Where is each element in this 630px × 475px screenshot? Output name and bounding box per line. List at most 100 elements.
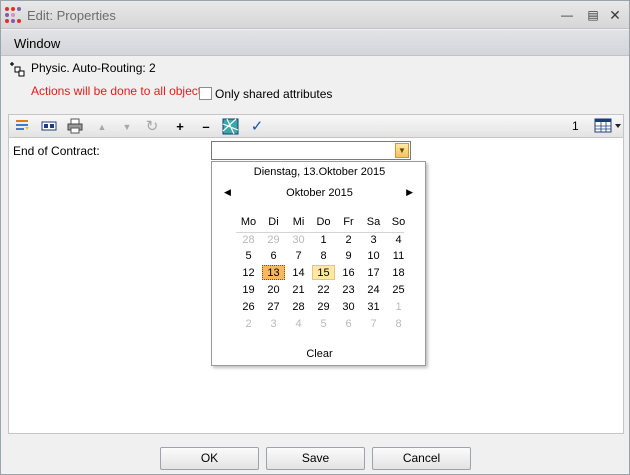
weekday-header: Fr	[343, 216, 354, 229]
calendar-day-label: 22	[317, 284, 330, 297]
calendar-day-label: 11	[392, 250, 405, 263]
calendar-day[interactable]: 5	[311, 315, 336, 332]
calendar-day[interactable]: 15	[311, 264, 336, 281]
calendar-day[interactable]: 2	[236, 315, 261, 332]
calendar-day-label: 4	[395, 233, 402, 246]
calendar-day-label: 27	[267, 300, 280, 313]
calendar-day[interactable]: 14	[286, 264, 311, 281]
calendar-day[interactable]: 22	[311, 281, 336, 298]
calendar-day[interactable]: 30	[286, 231, 311, 248]
close-icon[interactable]: ✕	[605, 5, 625, 25]
calendar-day[interactable]: 24	[361, 281, 386, 298]
calendar-day[interactable]: 20	[261, 281, 286, 298]
calendar-day-label: 28	[292, 300, 305, 313]
calendar-day[interactable]: 8	[311, 248, 336, 265]
calendar-day[interactable]: 18	[386, 264, 411, 281]
calendar-day-label: 29	[267, 233, 280, 246]
calendar-day-label: 5	[245, 250, 252, 263]
calendar-day[interactable]: 1	[311, 231, 336, 248]
calendar-day-label: 6	[345, 317, 352, 330]
end-of-contract-input[interactable]: ▼	[211, 141, 411, 160]
arrow-down-icon[interactable]: ▼	[118, 118, 136, 136]
calendar-day[interactable]: 25	[386, 281, 411, 298]
end-of-contract-label: End of Contract:	[13, 144, 100, 158]
calendar-day[interactable]: 26	[236, 298, 261, 315]
calendar-day[interactable]: 1	[386, 298, 411, 315]
section-label: Window	[14, 36, 61, 51]
cancel-button[interactable]: Cancel	[372, 447, 471, 470]
calendar-day[interactable]: 27	[261, 298, 286, 315]
calendar-day-label: 17	[367, 267, 380, 280]
ok-button[interactable]: OK	[160, 447, 259, 470]
minimize-icon[interactable]: —	[557, 5, 577, 25]
calendar-day-label: 30	[292, 233, 305, 246]
calendar-day[interactable]: 16	[336, 264, 361, 281]
calendar-day[interactable]: 31	[361, 298, 386, 315]
grid-view-icon[interactable]	[593, 117, 623, 135]
properties-window: Edit: Properties — ▤ ✕ Window Physic. Au…	[0, 0, 630, 475]
plus-icon[interactable]: +	[171, 118, 189, 136]
calendar-day-label: 24	[367, 284, 380, 297]
warning-text: Actions will be done to all objects	[31, 84, 208, 98]
calendar-month-label[interactable]: Oktober 2015	[212, 187, 427, 199]
calendar-day[interactable]: 2	[336, 231, 361, 248]
calendar-day[interactable]: 29	[311, 298, 336, 315]
clear-button[interactable]: Clear	[212, 348, 427, 360]
auto-routing-icon	[10, 62, 25, 77]
calendar-day-label: 10	[367, 250, 380, 263]
weekday-header: Do	[316, 216, 331, 229]
calendar-day[interactable]: 11	[386, 248, 411, 265]
calendar-day-label: 2	[245, 317, 252, 330]
calendar-day[interactable]: 13	[261, 264, 286, 281]
calendar-day[interactable]: 17	[361, 264, 386, 281]
record-count: 1	[572, 119, 579, 133]
print-icon[interactable]	[66, 118, 84, 136]
calendar-day-label: 16	[342, 267, 355, 280]
section-header: Window	[1, 30, 629, 56]
refresh-icon[interactable]: ↻	[143, 118, 161, 136]
calendar-day[interactable]: 7	[361, 315, 386, 332]
calendar-day-label: 2	[345, 233, 352, 246]
next-month-icon[interactable]: ▶	[406, 187, 413, 198]
calendar-day[interactable]: 19	[236, 281, 261, 298]
weekday-header: Mo	[240, 216, 257, 229]
calendar-day[interactable]: 3	[261, 315, 286, 332]
calendar-day[interactable]: 28	[286, 298, 311, 315]
shared-attributes-label[interactable]: Only shared attributes	[215, 87, 332, 101]
calendar-day[interactable]: 21	[286, 281, 311, 298]
calendar-day[interactable]: 29	[261, 231, 286, 248]
calendar-day[interactable]: 23	[336, 281, 361, 298]
calendar-day[interactable]: 5	[236, 248, 261, 265]
checkmark-icon[interactable]: ✓	[248, 118, 266, 136]
calendar-day-label: 1	[395, 300, 402, 313]
minus-icon[interactable]: –	[197, 118, 215, 136]
calendar-day[interactable]: 9	[336, 248, 361, 265]
calendar-day-label: 14	[292, 267, 305, 280]
calendar-day-label: 30	[342, 300, 355, 313]
shared-attributes-checkbox[interactable]	[199, 87, 212, 100]
calendar-day[interactable]: 6	[336, 315, 361, 332]
maximize-icon[interactable]: ▤	[583, 5, 603, 25]
calendar-day[interactable]: 3	[361, 231, 386, 248]
chevron-down-icon[interactable]: ▼	[395, 143, 409, 158]
calendar-day[interactable]: 7	[286, 248, 311, 265]
calendar-day[interactable]: 4	[286, 315, 311, 332]
layout-icon[interactable]	[40, 118, 58, 136]
calendar-day[interactable]: 30	[336, 298, 361, 315]
arrow-up-icon[interactable]: ▲	[93, 118, 111, 136]
calendar-day[interactable]: 4	[386, 231, 411, 248]
calendar-day-label: 15	[312, 265, 335, 281]
calendar-day[interactable]: 28	[236, 231, 261, 248]
calendar-today-label[interactable]: Dienstag, 13.Oktober 2015	[212, 166, 427, 178]
calendar-day-label: 18	[392, 267, 405, 280]
filter-icon[interactable]	[14, 118, 32, 136]
save-button[interactable]: Save	[266, 447, 365, 470]
calendar-day-label: 12	[242, 267, 255, 280]
calendar-day[interactable]: 6	[261, 248, 286, 265]
calendar-day-label: 31	[367, 300, 380, 313]
calendar-day[interactable]: 12	[236, 264, 261, 281]
calendar-day[interactable]: 8	[386, 315, 411, 332]
calendar-day[interactable]: 10	[361, 248, 386, 265]
calendar-day-label: 4	[295, 317, 302, 330]
map-icon[interactable]	[221, 118, 239, 136]
